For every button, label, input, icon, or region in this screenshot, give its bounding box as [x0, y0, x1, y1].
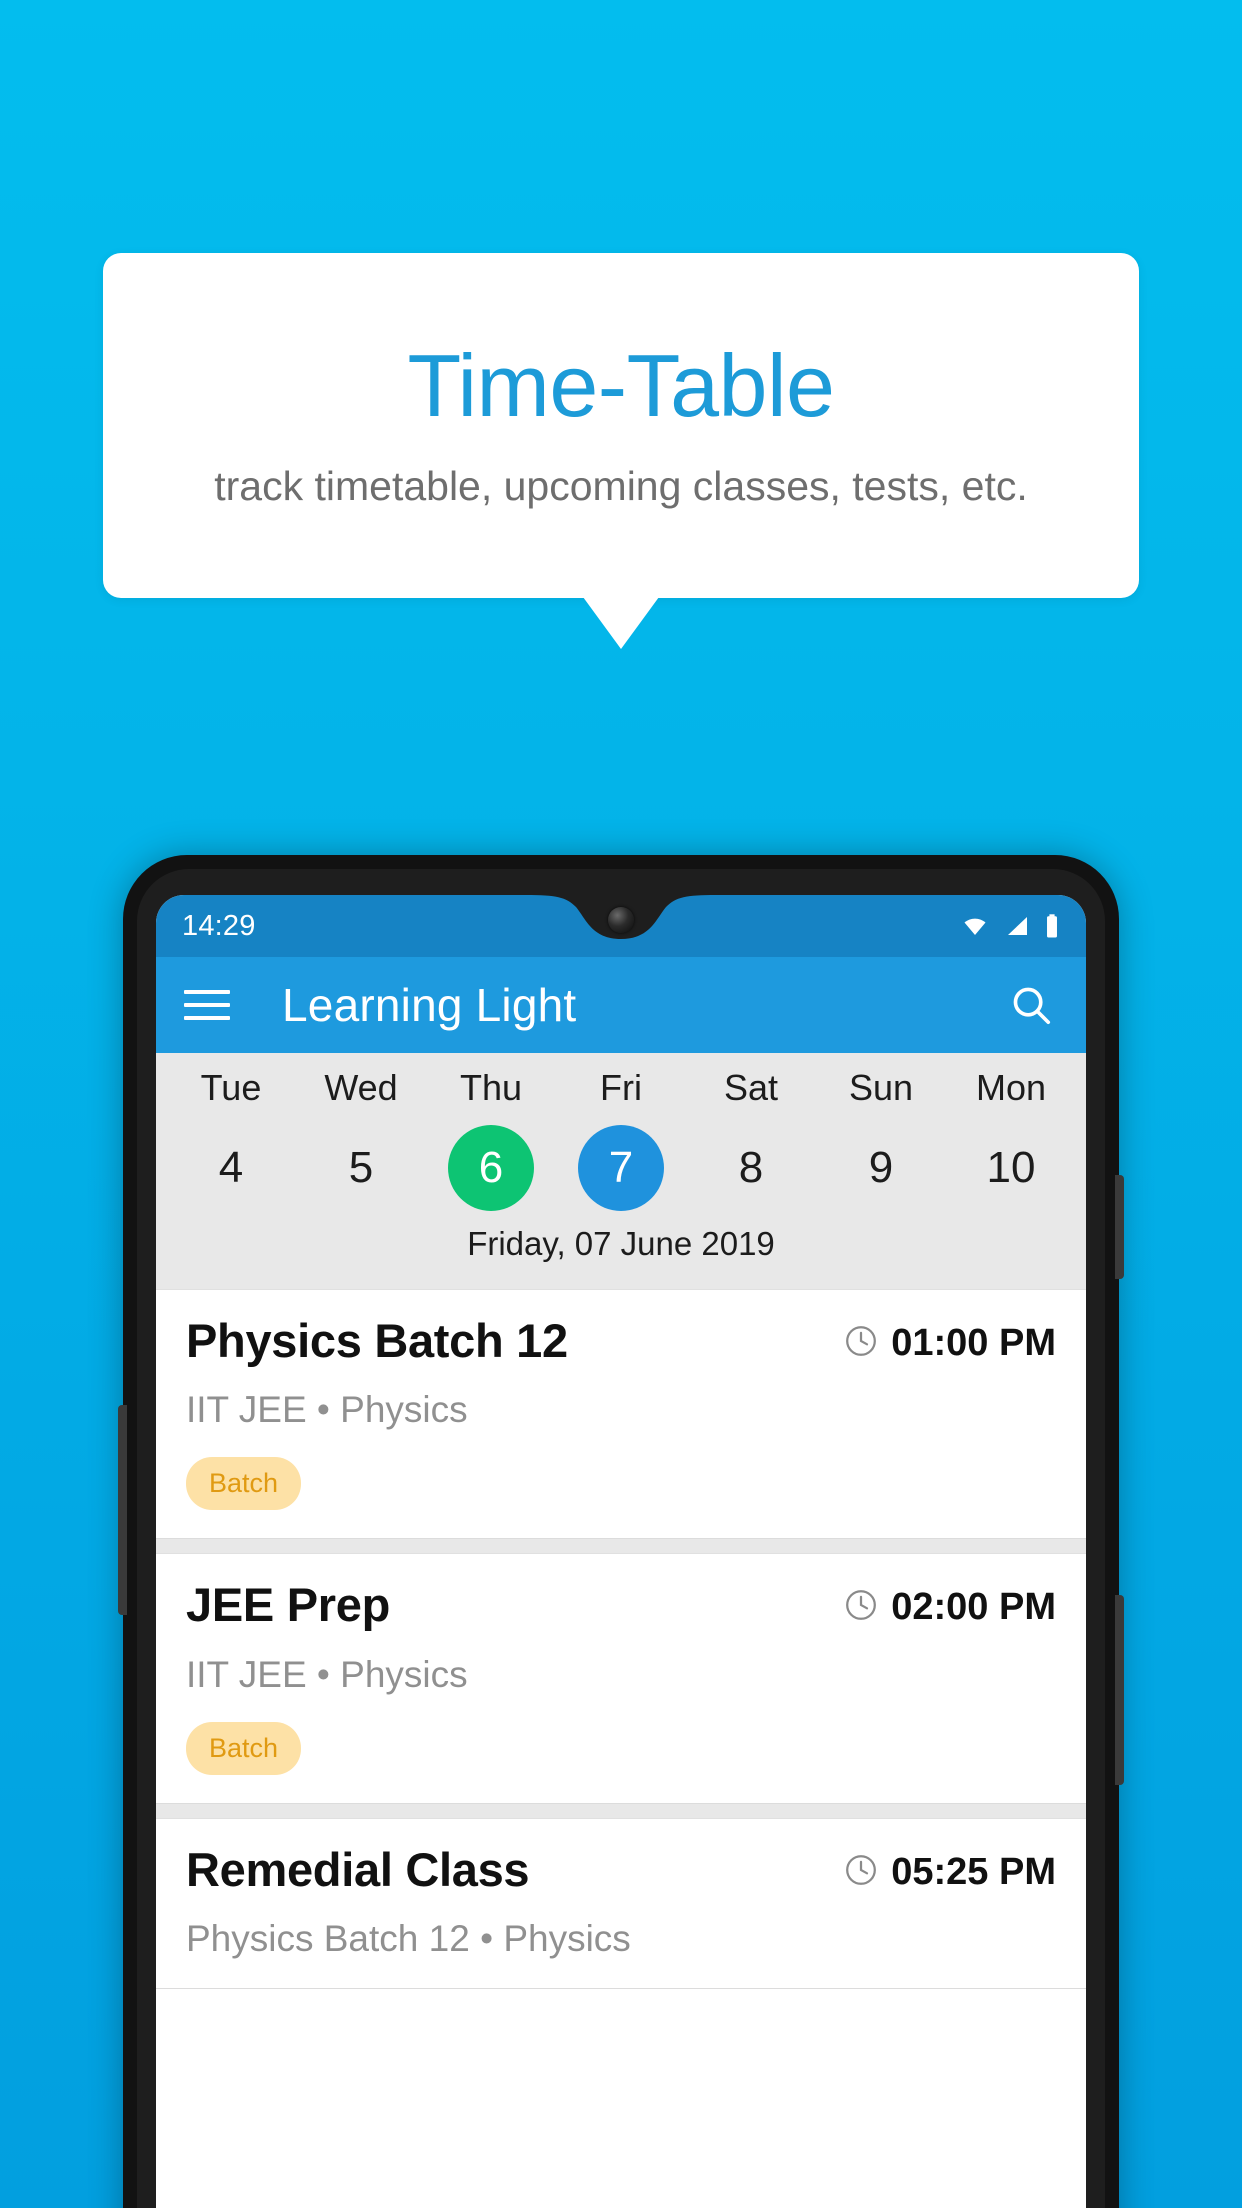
front-camera-lens	[608, 907, 634, 933]
day-number-circle-selected: 7	[578, 1125, 664, 1211]
date-strip: Tue 4 Wed 5 Thu 6 Fri 7 Sat 8 Sun 9 Mon …	[156, 1053, 1086, 1289]
class-time: 05:25 PM	[891, 1850, 1056, 1893]
phone-screen: 14:29 Learning Light Tue 4 Wed 5 Thu 6 F…	[156, 895, 1086, 2208]
battery-icon	[1044, 913, 1060, 939]
promo-screenshot: Time-Table track timetable, upcoming cla…	[0, 0, 1242, 2208]
class-time-group: 02:00 PM	[843, 1580, 1056, 1629]
class-card[interactable]: Remedial Class 05:25 PM Physics Batch 12…	[156, 1817, 1086, 1990]
class-card-header: Physics Batch 12 01:00 PM	[186, 1314, 1056, 1367]
day-cell-mon[interactable]: Mon 10	[946, 1067, 1076, 1211]
class-list: Physics Batch 12 01:00 PM IIT JEE • Phys…	[156, 1289, 1086, 1990]
search-icon[interactable]	[1004, 978, 1058, 1032]
day-number-circle-today: 6	[448, 1125, 534, 1211]
class-title: Physics Batch 12	[186, 1314, 568, 1367]
class-card-header: JEE Prep 02:00 PM	[186, 1578, 1056, 1632]
day-name: Thu	[459, 1067, 523, 1108]
class-time-group: 01:00 PM	[843, 1316, 1056, 1365]
phone-device-frame: 14:29 Learning Light Tue 4 Wed 5 Thu 6 F…	[118, 855, 1124, 2208]
power-button[interactable]	[1115, 1175, 1124, 1279]
day-number-circle: 9	[838, 1125, 924, 1211]
promo-callout-tail	[583, 597, 659, 649]
day-cell-thu[interactable]: Thu 6	[426, 1067, 556, 1211]
class-type-chip: Batch	[186, 1457, 302, 1511]
day-row: Tue 4 Wed 5 Thu 6 Fri 7 Sat 8 Sun 9 Mon …	[156, 1067, 1086, 1211]
class-title: JEE Prep	[186, 1578, 390, 1632]
day-number: 9	[868, 1143, 894, 1192]
class-time-group: 05:25 PM	[843, 1845, 1056, 1894]
day-number-circle: 10	[968, 1125, 1054, 1211]
app-title: Learning Light	[282, 979, 577, 1031]
status-bar: 14:29	[156, 895, 1086, 957]
clock-icon	[843, 1587, 879, 1628]
status-bar-clock: 14:29	[182, 909, 256, 942]
day-number: 6	[478, 1143, 504, 1192]
day-name: Sun	[848, 1067, 914, 1108]
day-cell-fri[interactable]: Fri 7	[556, 1067, 686, 1211]
day-number: 10	[986, 1143, 1036, 1192]
day-number-circle: 4	[188, 1125, 274, 1211]
day-cell-sun[interactable]: Sun 9	[816, 1067, 946, 1211]
day-number-circle: 8	[708, 1125, 794, 1211]
day-name: Mon	[975, 1067, 1047, 1108]
class-subtitle: IIT JEE • Physics	[186, 1389, 468, 1431]
camera-notch	[526, 895, 716, 953]
class-time: 01:00 PM	[891, 1322, 1056, 1364]
day-name: Sat	[723, 1067, 779, 1108]
class-card[interactable]: JEE Prep 02:00 PM IIT JEE • Physics Batc…	[156, 1553, 1086, 1804]
app-bar: Learning Light	[156, 957, 1086, 1053]
class-title: Remedial Class	[186, 1842, 530, 1896]
clock-icon	[843, 1852, 879, 1893]
clock-icon	[843, 1323, 879, 1364]
day-name: Tue	[200, 1067, 262, 1108]
day-number: 7	[608, 1143, 634, 1192]
day-name: Fri	[600, 1067, 642, 1108]
day-number-circle: 5	[318, 1125, 404, 1211]
day-name: Wed	[324, 1067, 398, 1108]
status-bar-icons	[960, 913, 1060, 939]
signal-icon	[1004, 914, 1030, 938]
promo-title: Time-Table	[407, 335, 835, 435]
class-subtitle: Physics Batch 12 • Physics	[186, 1918, 631, 1960]
day-number: 8	[738, 1143, 764, 1192]
wifi-icon	[960, 914, 990, 938]
left-side-button[interactable]	[118, 1405, 127, 1615]
class-card-header: Remedial Class 05:25 PM	[186, 1842, 1056, 1896]
class-type-chip: Batch	[186, 1721, 302, 1775]
day-number: 5	[348, 1143, 374, 1192]
class-card[interactable]: Physics Batch 12 01:00 PM IIT JEE • Phys…	[156, 1289, 1086, 1540]
selected-date-label: Friday, 07 June 2019	[467, 1225, 775, 1262]
day-cell-wed[interactable]: Wed 5	[296, 1067, 426, 1211]
hamburger-menu-icon[interactable]	[184, 978, 238, 1032]
promo-subtitle: track timetable, upcoming classes, tests…	[214, 462, 1028, 509]
volume-button[interactable]	[1115, 1595, 1124, 1785]
class-subtitle: IIT JEE • Physics	[186, 1653, 468, 1695]
promo-callout-card: Time-Table track timetable, upcoming cla…	[103, 253, 1139, 598]
day-cell-sat[interactable]: Sat 8	[686, 1067, 816, 1211]
day-cell-tue[interactable]: Tue 4	[166, 1067, 296, 1211]
day-number: 4	[218, 1143, 244, 1192]
class-time: 02:00 PM	[891, 1586, 1056, 1629]
